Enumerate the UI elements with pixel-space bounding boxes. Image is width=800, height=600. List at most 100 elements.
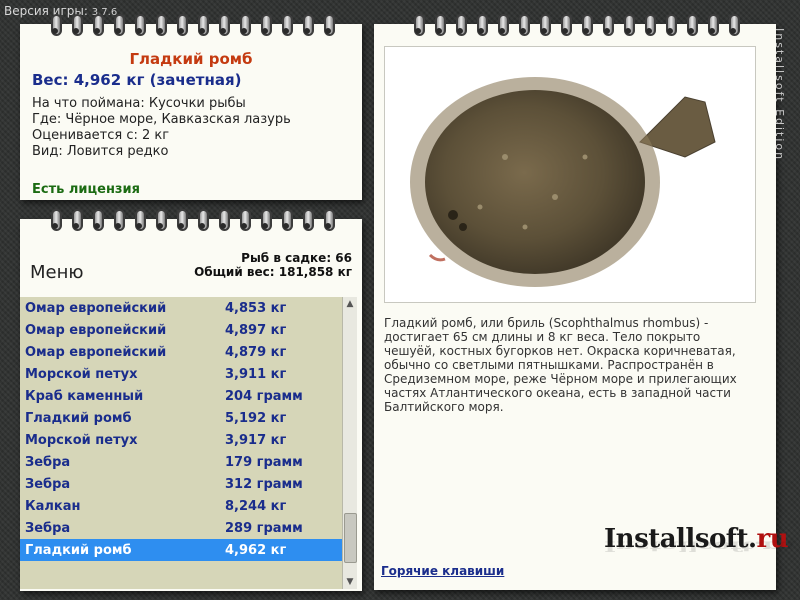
- fish-name: Гладкий ромб: [25, 542, 132, 558]
- notebook-ring-icon: [216, 14, 230, 36]
- notebook-ring-icon: [621, 14, 635, 36]
- fish-name: Краб каменный: [25, 388, 144, 404]
- keepnet-panel: Меню Рыб в садке: 66 Общий вес: 181,858 …: [20, 209, 362, 591]
- location: Где: Чёрное море, Кавказская лазурь: [32, 112, 291, 127]
- notebook-ring-icon: [453, 14, 467, 36]
- fish-weight-cell: 289 грамм: [225, 520, 303, 536]
- fish-name: Морской петух: [25, 432, 138, 448]
- fish-weight-cell: 8,244 кг: [225, 498, 287, 514]
- notebook-ring-icon: [684, 14, 698, 36]
- fish-weight: Вес: 4,962 кг (зачетная): [32, 71, 242, 89]
- notebook-ring-icon: [153, 14, 167, 36]
- fish-weight-cell: 312 грамм: [225, 476, 303, 492]
- notebook-ring-icon: [279, 209, 293, 231]
- notebook-ring-icon: [705, 14, 719, 36]
- menu-button[interactable]: Меню: [30, 262, 84, 283]
- fish-weight-cell: 3,917 кг: [225, 432, 287, 448]
- list-item[interactable]: Гладкий ромб 5,192 кг: [20, 407, 342, 429]
- fish-title: Гладкий ромб: [129, 50, 253, 68]
- list-item[interactable]: Омар европейский 4,897 кг: [20, 319, 342, 341]
- list-item[interactable]: Омар европейский 4,879 кг: [20, 341, 342, 363]
- list-scrollbar[interactable]: ▲ ▼: [342, 297, 357, 589]
- notebook-ring-icon: [279, 14, 293, 36]
- fish-description: Гладкий ромб, или бриль (Scophthalmus rh…: [384, 316, 737, 414]
- notebook-ring-icon: [300, 209, 314, 231]
- notebook-ring-icon: [174, 209, 188, 231]
- fish-weight-cell: 4,853 кг: [225, 300, 287, 316]
- notebook-ring-icon: [48, 14, 62, 36]
- notebook-ring-icon: [558, 14, 572, 36]
- notebook-rings: [20, 209, 362, 233]
- fish-name: Зебра: [25, 476, 71, 492]
- notebook-ring-icon: [258, 14, 272, 36]
- notebook-ring-icon: [111, 209, 125, 231]
- fish-name: Омар европейский: [25, 300, 167, 316]
- fish-weight-cell: 3,911 кг: [225, 366, 287, 382]
- keepnet-stats: Рыб в садке: 66 Общий вес: 181,858 кг: [194, 251, 352, 279]
- list-item[interactable]: Краб каменный 204 грамм: [20, 385, 342, 407]
- edition-watermark: Installsoft Edition: [773, 28, 786, 162]
- fish-illustration: [410, 77, 716, 287]
- fish-info-panel: Гладкий ромб Вес: 4,962 кг (зачетная) На…: [20, 14, 362, 200]
- notebook-ring-icon: [726, 14, 740, 36]
- fish-name: Омар европейский: [25, 344, 167, 360]
- fish-name: Зебра: [25, 520, 71, 536]
- notebook-ring-icon: [69, 14, 83, 36]
- notebook-ring-icon: [300, 14, 314, 36]
- scroll-up-arrow-icon[interactable]: ▲: [343, 297, 357, 311]
- notebook-ring-icon: [153, 209, 167, 231]
- notebook-ring-icon: [237, 14, 251, 36]
- fish-weight-cell: 5,192 кг: [225, 410, 287, 426]
- list-item[interactable]: Калкан 8,244 кг: [20, 495, 342, 517]
- notebook-ring-icon: [432, 14, 446, 36]
- valued-from: Оценивается с: 2 кг: [32, 128, 170, 143]
- fish-photo-panel: Гладкий ромб, или бриль (Scophthalmus rh…: [374, 14, 795, 590]
- scroll-down-arrow-icon[interactable]: ▼: [343, 575, 357, 589]
- list-item[interactable]: Морской петух 3,917 кг: [20, 429, 342, 451]
- fish-name: Морской петух: [25, 366, 138, 382]
- fish-name: Калкан: [25, 498, 81, 514]
- brand-ru-reflection: ru: [762, 537, 796, 555]
- notebook-rings: [20, 14, 362, 38]
- notebook-ring-icon: [132, 209, 146, 231]
- notebook-ring-icon: [516, 14, 530, 36]
- fish-list[interactable]: Омар европейский 4,853 кг Омар европейский…: [20, 297, 342, 589]
- fish-weight-cell: 204 грамм: [225, 388, 303, 404]
- list-item[interactable]: Омар европейский 4,853 кг: [20, 297, 342, 319]
- fish-weight-cell: 4,962 кг: [225, 542, 287, 558]
- total-weight: Общий вес: 181,858 кг: [194, 265, 352, 279]
- license-status: Есть лицензия: [32, 182, 140, 197]
- notebook-ring-icon: [663, 14, 677, 36]
- notebook-ring-icon: [69, 209, 83, 231]
- notebook-ring-icon: [258, 209, 272, 231]
- notebook-ring-icon: [195, 209, 209, 231]
- notebook-ring-icon: [537, 14, 551, 36]
- notebook-ring-icon: [474, 14, 488, 36]
- notebook-ring-icon: [600, 14, 614, 36]
- fish-weight-cell: 4,879 кг: [225, 344, 287, 360]
- list-item[interactable]: Зебра 312 грамм: [20, 473, 342, 495]
- fish-name: Омар европейский: [25, 322, 167, 338]
- notebook-ring-icon: [111, 14, 125, 36]
- notebook-ring-icon: [48, 209, 62, 231]
- notebook-ring-icon: [90, 209, 104, 231]
- fish-count: Рыб в садке: 66: [241, 251, 352, 265]
- hotkeys-link[interactable]: Горячие клавиши: [381, 564, 504, 578]
- fish-kind: Вид: Ловится редко: [32, 144, 169, 159]
- scrollbar-thumb[interactable]: [344, 513, 357, 563]
- fish-details: На что поймана: Кусочки рыбы Где: Чёрное…: [32, 96, 291, 160]
- list-item[interactable]: Зебра 179 грамм: [20, 451, 342, 473]
- list-item[interactable]: Гладкий ромб 4,962 кг: [20, 539, 342, 561]
- notebook-ring-icon: [642, 14, 656, 36]
- caught-with: На что поймана: Кусочки рыбы: [32, 96, 246, 111]
- notebook-ring-icon: [321, 14, 335, 36]
- list-item[interactable]: Морской петух 3,911 кг: [20, 363, 342, 385]
- fish-weight-cell: 179 грамм: [225, 454, 303, 470]
- list-item[interactable]: Зебра 289 грамм: [20, 517, 342, 539]
- logo-reflection: Installsoft.ru: [604, 538, 795, 555]
- fish-name: Зебра: [25, 454, 71, 470]
- notebook-ring-icon: [237, 209, 251, 231]
- notebook-ring-icon: [411, 14, 425, 36]
- fish-photo: [384, 46, 756, 303]
- notebook-ring-icon: [195, 14, 209, 36]
